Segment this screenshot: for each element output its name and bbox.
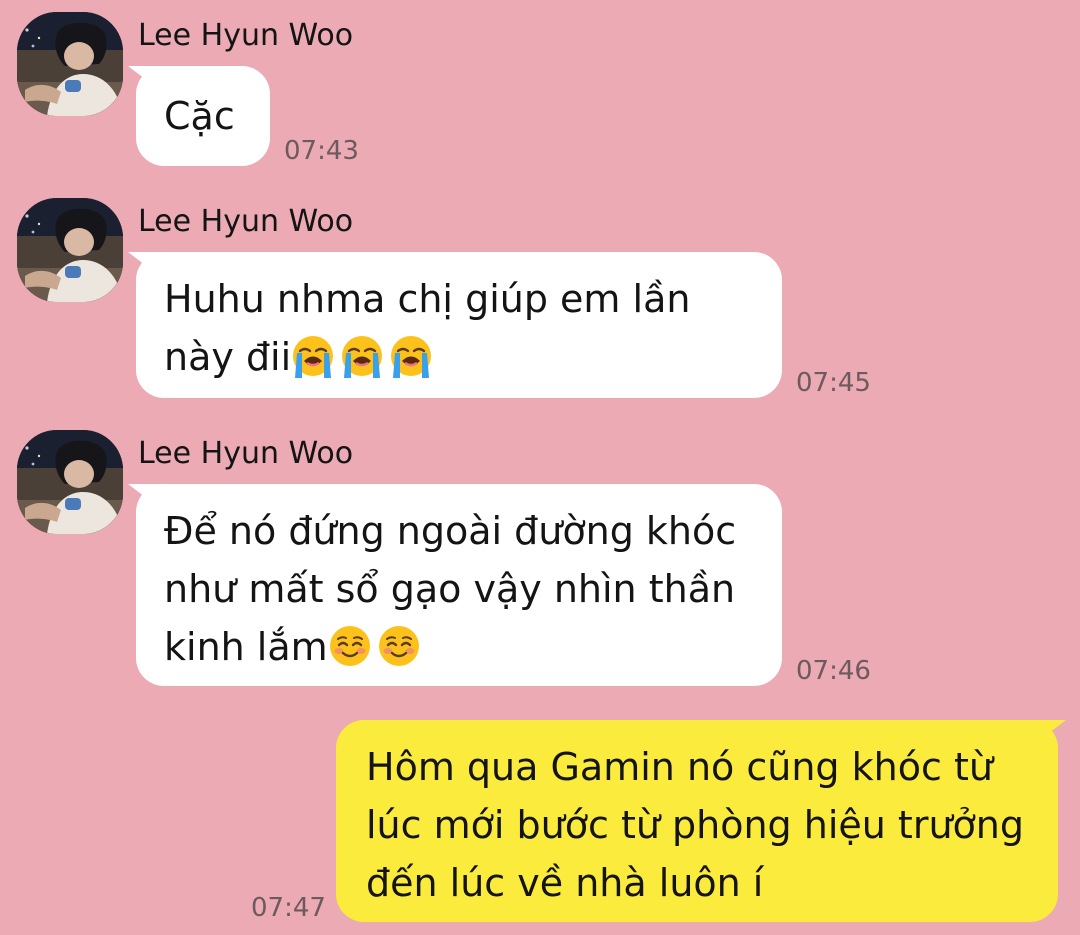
message-time: 07:43: [284, 136, 359, 166]
message-text: Cặc: [164, 94, 235, 138]
message-text-line-with-emoji: kinh lắm: [164, 618, 754, 676]
sender-avatar[interactable]: [17, 430, 123, 534]
smiling-face-icon: [328, 624, 372, 668]
message-bubble-outgoing[interactable]: Hôm qua Gamin nó cũng khóc từ lúc mới bư…: [336, 720, 1058, 922]
sender-avatar[interactable]: [17, 12, 123, 116]
message-text-line: Hôm qua Gamin nó cũng khóc từ: [366, 745, 993, 789]
message-text-line: đến lúc về nhà luôn í: [366, 861, 764, 905]
message-text-line: Huhu nhma chị giúp em lần: [164, 277, 691, 321]
message-time: 07:45: [796, 368, 871, 398]
sender-avatar[interactable]: [17, 198, 123, 302]
message-text-line: Để nó đứng ngoài đường khóc: [164, 509, 737, 553]
message-time: 07:47: [251, 893, 326, 923]
message-bubble-incoming[interactable]: Huhu nhma chị giúp em lần này đii: [136, 252, 782, 398]
message-text: này đii: [164, 335, 292, 379]
sender-name: Lee Hyun Woo: [138, 18, 354, 53]
message-bubble-incoming[interactable]: Để nó đứng ngoài đường khóc như mất sổ g…: [136, 484, 782, 686]
avatar-photo: [17, 430, 123, 534]
message-text-line: lúc mới bước từ phòng hiệu trưởng: [366, 803, 1024, 847]
loudly-crying-face-icon: [389, 334, 433, 378]
avatar-photo: [17, 12, 123, 116]
message-text: kinh lắm: [164, 625, 328, 669]
message-bubble-incoming[interactable]: Cặc: [136, 66, 270, 166]
message-time: 07:46: [796, 656, 871, 686]
smiling-face-icon: [377, 624, 421, 668]
sender-name: Lee Hyun Woo: [138, 204, 354, 239]
loudly-crying-face-icon: [291, 334, 335, 378]
message-text-line-with-emoji: này đii: [164, 328, 754, 386]
sender-name: Lee Hyun Woo: [138, 436, 354, 471]
message-text-line: như mất sổ gạo vậy nhìn thần: [164, 567, 736, 611]
loudly-crying-face-icon: [340, 334, 384, 378]
avatar-photo: [17, 198, 123, 302]
